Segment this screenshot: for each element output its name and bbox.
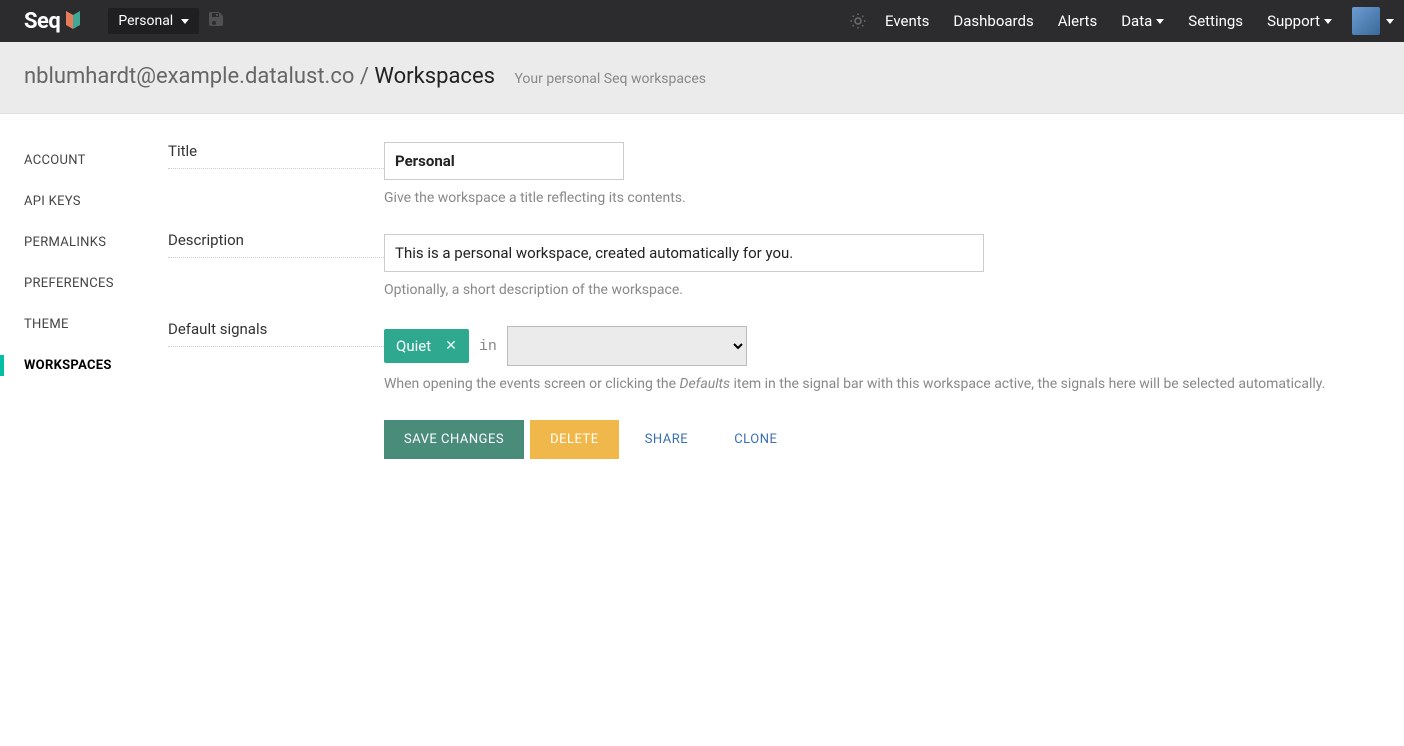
clone-button[interactable]: CLONE [714, 420, 797, 459]
nav-support-label: Support [1267, 12, 1320, 30]
page-subtitle: Your personal Seq workspaces [514, 71, 706, 87]
sidebar-item-apikeys[interactable]: API KEYS [0, 181, 168, 222]
breadcrumb-user: nblumhardt@example.datalust.co [24, 64, 354, 89]
save-workspace-icon[interactable] [209, 12, 223, 30]
label-description: Description [168, 231, 384, 258]
form-area: Title Description Default signals Give t… [168, 114, 1349, 459]
description-field-block: Optionally, a short description of the w… [384, 234, 1325, 298]
signals-help-pre: When opening the events screen or clicki… [384, 376, 680, 392]
sidebar-item-preferences[interactable]: PREFERENCES [0, 263, 168, 304]
user-menu-chevron[interactable] [1386, 19, 1394, 24]
label-title: Title [168, 142, 384, 169]
share-button[interactable]: SHARE [625, 420, 709, 459]
breadcrumb-sep: / [354, 64, 374, 89]
page-header: nblumhardt@example.datalust.co / Workspa… [0, 42, 1404, 114]
signal-select[interactable] [507, 326, 747, 366]
sidebar-item-workspaces[interactable]: WORKSPACES [0, 345, 168, 386]
nav-links: Events Dashboards Alerts Data Settings S… [885, 12, 1332, 30]
chevron-down-icon [181, 19, 189, 24]
sidebar: ACCOUNT API KEYS PERMALINKS PREFERENCES … [0, 114, 168, 459]
fields-column: Give the workspace a title reflecting it… [384, 142, 1349, 459]
sidebar-item-permalinks[interactable]: PERMALINKS [0, 222, 168, 263]
nav-dashboards[interactable]: Dashboards [953, 12, 1033, 30]
title-help: Give the workspace a title reflecting it… [384, 190, 1325, 206]
sidebar-item-theme[interactable]: THEME [0, 304, 168, 345]
title-input[interactable] [384, 142, 624, 180]
main: ACCOUNT API KEYS PERMALINKS PREFERENCES … [0, 114, 1404, 459]
breadcrumb-current: Workspaces [374, 64, 495, 89]
nav-events[interactable]: Events [885, 12, 929, 30]
description-help: Optionally, a short description of the w… [384, 282, 1325, 298]
brand-logo[interactable]: Seq [24, 9, 80, 34]
title-field-block: Give the workspace a title reflecting it… [384, 142, 1325, 206]
save-button[interactable]: SAVE CHANGES [384, 420, 524, 459]
user-avatar[interactable] [1352, 7, 1380, 35]
chevron-down-icon [1324, 19, 1332, 24]
theme-toggle-icon[interactable] [849, 12, 867, 30]
chevron-down-icon [1156, 19, 1164, 24]
remove-signal-icon[interactable]: ✕ [445, 338, 457, 354]
signals-help: When opening the events screen or clicki… [384, 376, 1325, 392]
signals-field-block: Quiet ✕ in When opening the events scree… [384, 326, 1325, 392]
in-label: in [479, 338, 497, 355]
signal-chip-quiet: Quiet ✕ [384, 329, 469, 363]
breadcrumb: nblumhardt@example.datalust.co / Workspa… [24, 64, 500, 89]
nav-data[interactable]: Data [1121, 12, 1164, 30]
label-default-signals: Default signals [168, 320, 384, 347]
labels-column: Title Description Default signals [168, 142, 384, 459]
nav-data-label: Data [1121, 12, 1152, 30]
description-input[interactable] [384, 234, 984, 272]
delete-button[interactable]: DELETE [530, 420, 619, 459]
nav-alerts[interactable]: Alerts [1058, 12, 1098, 30]
workspace-selector-label: Personal [118, 13, 173, 29]
nav-support[interactable]: Support [1267, 12, 1332, 30]
signals-help-post: item in the signal bar with this workspa… [730, 376, 1325, 392]
nav-settings[interactable]: Settings [1188, 12, 1243, 30]
signals-help-em: Defaults [680, 376, 730, 392]
signal-chip-label: Quiet [396, 337, 431, 355]
workspace-selector[interactable]: Personal [108, 8, 199, 34]
brand-text: Seq [24, 9, 60, 34]
sidebar-item-account[interactable]: ACCOUNT [0, 140, 168, 181]
brand-icon [66, 11, 80, 29]
topbar: Seq Personal Events Dashboards Alerts Da… [0, 0, 1404, 42]
buttons-row: SAVE CHANGES DELETE SHARE CLONE [384, 420, 1325, 459]
signals-row: Quiet ✕ in [384, 326, 1325, 366]
